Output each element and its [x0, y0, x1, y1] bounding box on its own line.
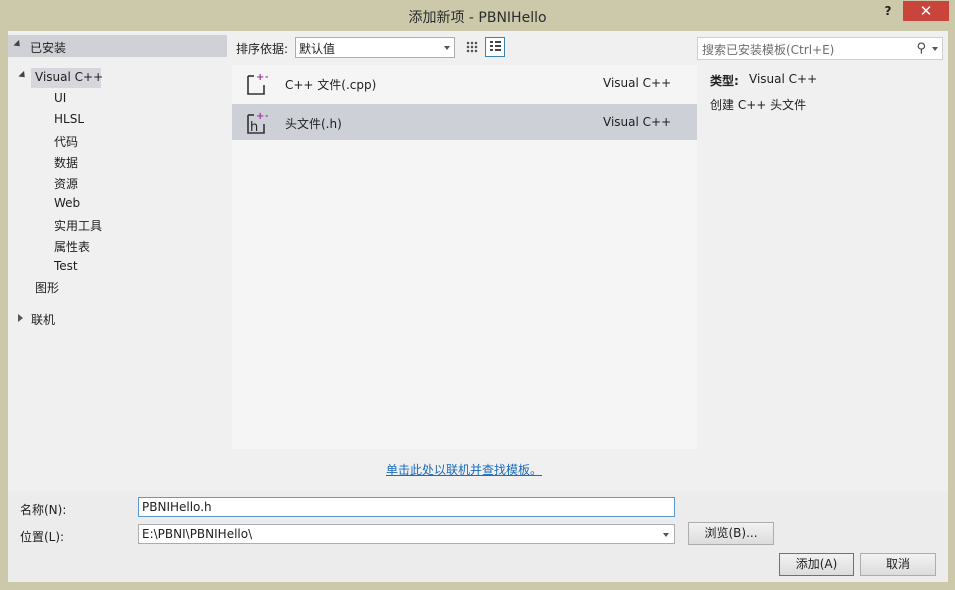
category-tree: 已安装 Visual C++ UI HLSL 代码 数据 资源 Web 实用工具… — [8, 31, 227, 490]
browse-button[interactable]: 浏览(B)... — [688, 522, 774, 545]
chevron-down-icon[interactable] — [663, 533, 669, 537]
close-button[interactable]: ✕ — [903, 1, 949, 21]
tree-node-web[interactable]: Web — [54, 196, 80, 210]
name-field[interactable]: PBNIHello.h — [138, 497, 675, 517]
template-item-header[interactable]: h ++ 头文件(.h) Visual C++ — [232, 104, 697, 140]
template-language: Visual C++ — [603, 115, 672, 129]
form-area: 名称(N): PBNIHello.h 位置(L): E:\PBNI\PBNIHe… — [8, 491, 948, 582]
tree-label-installed: 已安装 — [30, 41, 67, 55]
template-language: Visual C++ — [603, 76, 672, 90]
sort-value: 默认值 — [299, 42, 336, 56]
tree-node-graphics[interactable]: 图形 — [35, 279, 59, 296]
name-label: 名称(N): — [20, 503, 67, 517]
detail-type-label: 类型: — [710, 74, 739, 88]
location-value: E:\PBNI\PBNIHello\ — [142, 527, 253, 541]
location-field[interactable]: E:\PBNI\PBNIHello\ — [138, 524, 675, 544]
sort-label: 排序依据: — [236, 42, 289, 56]
tree-node-visual-cpp[interactable]: Visual C++ — [35, 70, 103, 84]
tree-node-utility[interactable]: 实用工具 — [54, 217, 102, 234]
cpp-file-icon: ++ — [247, 72, 268, 95]
dialog-content: 已安装 Visual C++ UI HLSL 代码 数据 资源 Web 实用工具… — [8, 31, 948, 582]
template-name: C++ 文件(.cpp) — [285, 78, 377, 92]
svg-text:h: h — [250, 120, 258, 135]
svg-text:++: ++ — [256, 111, 268, 122]
detail-type-value: Visual C++ — [749, 72, 818, 86]
list-view-button[interactable] — [485, 37, 505, 57]
template-item-cpp[interactable]: ++ C++ 文件(.cpp) Visual C++ — [232, 65, 697, 101]
online-templates-link[interactable]: 单击此处以联机并查找模板。 — [386, 461, 542, 478]
svg-text:++: ++ — [256, 72, 268, 83]
cancel-button[interactable]: 取消 — [860, 553, 936, 576]
tree-node-code[interactable]: 代码 — [54, 133, 78, 150]
chevron-down-icon[interactable] — [932, 47, 938, 51]
sort-dropdown[interactable]: 默认值 — [295, 37, 455, 58]
template-name: 头文件(.h) — [285, 117, 342, 131]
collapse-arrow-icon[interactable] — [18, 314, 23, 322]
detail-description: 创建 C++ 头文件 — [710, 98, 807, 112]
window-title: 添加新项 - PBNIHello — [408, 10, 547, 26]
list-view-icon — [490, 41, 501, 53]
title-bar: 添加新项 - PBNIHello ? ✕ — [0, 0, 955, 30]
tree-node-online[interactable]: 联机 — [31, 311, 55, 328]
expand-arrow-icon[interactable] — [13, 39, 23, 50]
chevron-down-icon — [444, 46, 450, 50]
grid-view-button[interactable] — [462, 37, 482, 57]
tree-node-data[interactable]: 数据 — [54, 154, 78, 171]
tree-node-test[interactable]: Test — [54, 259, 78, 273]
search-input[interactable]: 搜索已安装模板(Ctrl+E) — [702, 41, 834, 58]
search-icon[interactable]: ⚲ — [916, 41, 926, 56]
expand-arrow-icon[interactable] — [18, 70, 28, 81]
help-button[interactable]: ? — [876, 4, 900, 22]
add-button[interactable]: 添加(A) — [779, 553, 854, 576]
tree-node-installed[interactable]: 已安装 — [8, 35, 227, 57]
header-file-icon: h ++ — [247, 111, 268, 135]
grid-view-icon — [466, 41, 478, 53]
location-label: 位置(L): — [20, 530, 65, 544]
name-value: PBNIHello.h — [142, 500, 212, 514]
tree-node-property-sheets[interactable]: 属性表 — [54, 238, 90, 255]
tree-node-ui[interactable]: UI — [54, 91, 66, 105]
tree-node-hlsl[interactable]: HLSL — [54, 112, 84, 126]
template-list: ++ C++ 文件(.cpp) Visual C++ h ++ 头文件(.h) … — [232, 65, 697, 449]
template-search[interactable]: 搜索已安装模板(Ctrl+E) ⚲ — [697, 37, 943, 60]
tree-node-resource[interactable]: 资源 — [54, 175, 78, 192]
